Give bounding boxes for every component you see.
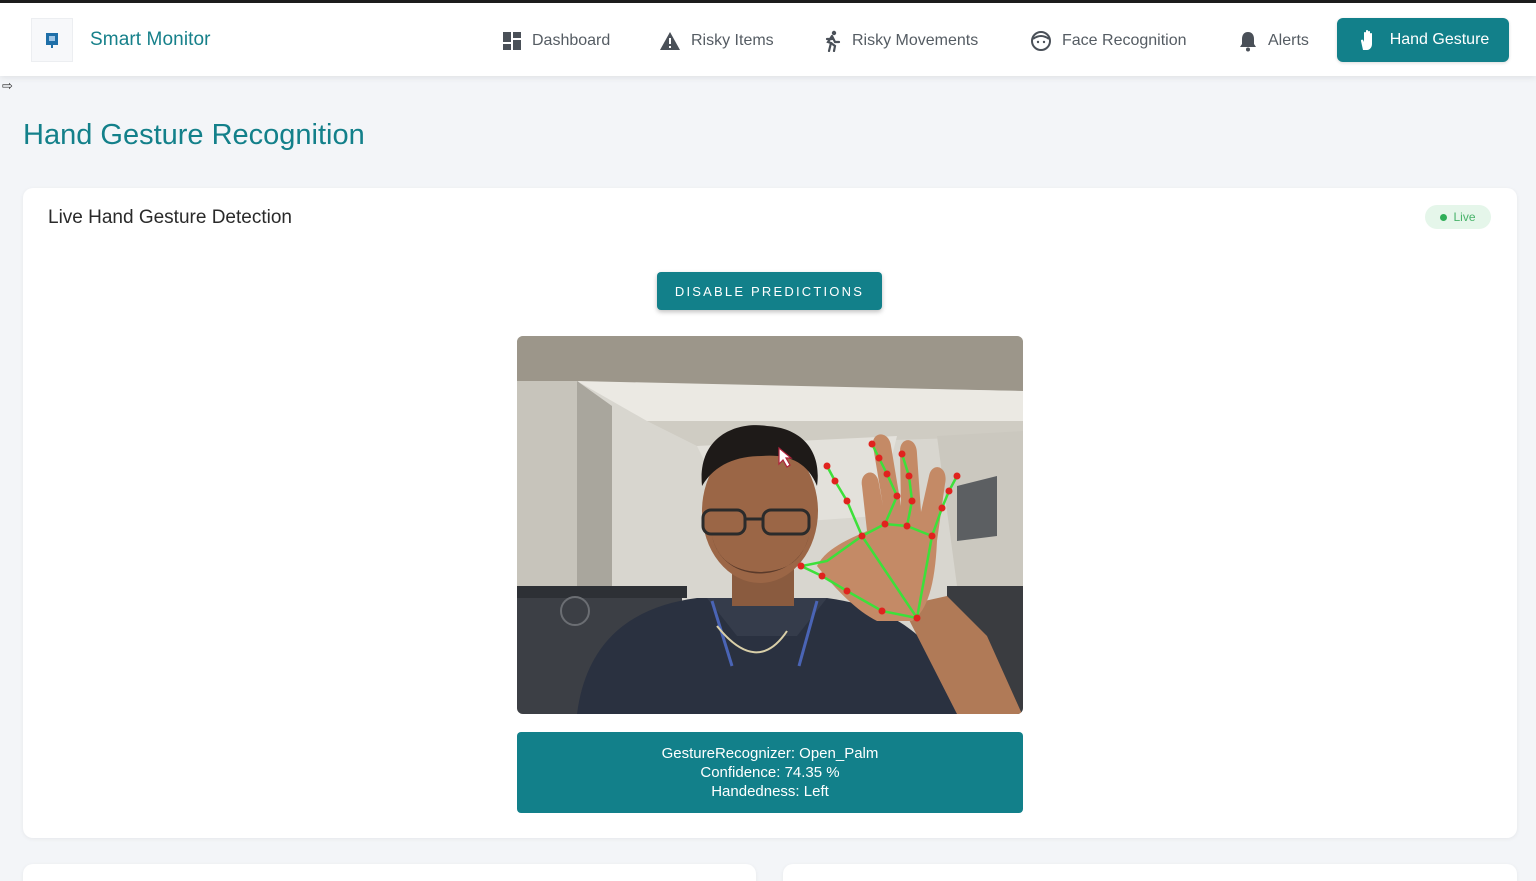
gesture-label: GestureRecognizer: Open_Palm [661, 745, 879, 762]
app-title[interactable]: Smart Monitor [90, 29, 211, 51]
nav-dashboard-label: Dashboard [532, 32, 611, 49]
live-dot-icon [1440, 213, 1448, 221]
live-detection-card: Live Hand Gesture Detection Live Disable… [23, 188, 1517, 838]
nav-alerts-label: Alerts [1268, 32, 1309, 49]
back-arrow-icon[interactable]: ⇨ [2, 78, 13, 94]
nav-hand-gesture-label: Hand Gesture [1389, 31, 1490, 48]
webcam-video-feed [517, 336, 1023, 714]
bottom-card-left [23, 864, 756, 881]
bell-icon [1240, 32, 1256, 52]
nav-risky-movements[interactable]: Risky Movements [822, 27, 978, 55]
warning-triangle-icon [660, 32, 680, 50]
nav-risky-items[interactable]: Risky Items [659, 27, 774, 55]
disable-predictions-button[interactable]: Disable Predictions [657, 272, 882, 310]
brand-logo[interactable] [31, 18, 73, 62]
face-icon [1031, 31, 1051, 51]
handedness-label: Handedness: Left [711, 783, 829, 800]
nav-dashboard[interactable]: Dashboard [502, 27, 610, 55]
monitor-logo-icon [46, 33, 58, 48]
confidence-label: Confidence: 74.35 % [700, 764, 840, 781]
nav-hand-gesture[interactable]: Hand Gesture [1337, 18, 1509, 62]
live-status-badge: Live [1425, 205, 1491, 229]
top-navbar: Smart Monitor Dashboard Risky Items Risk… [0, 0, 1536, 76]
bottom-card-right [783, 864, 1517, 881]
live-badge-label: Live [1453, 210, 1476, 224]
nav-alerts[interactable]: Alerts [1238, 27, 1309, 55]
page-title: Hand Gesture Recognition [23, 119, 365, 151]
webcam-frame [517, 336, 1023, 714]
running-person-icon [825, 30, 841, 52]
card-title: Live Hand Gesture Detection [48, 207, 292, 228]
nav-risky-movements-label: Risky Movements [852, 32, 979, 49]
dashboard-grid-icon [503, 32, 521, 50]
nav-risky-items-label: Risky Items [691, 32, 774, 49]
hand-icon [1360, 30, 1372, 50]
nav-face-recognition[interactable]: Face Recognition [1030, 27, 1187, 55]
prediction-result-panel: GestureRecognizer: Open_Palm Confidence:… [517, 732, 1023, 813]
nav-face-recognition-label: Face Recognition [1062, 32, 1187, 49]
